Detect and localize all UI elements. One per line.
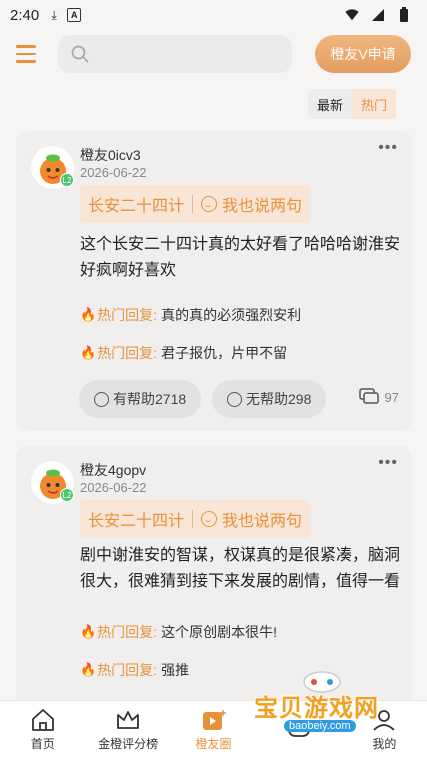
topic-action: 我也说两句	[222, 198, 303, 215]
level-badge: L2	[60, 173, 74, 187]
post-date: 2026-06-22	[80, 480, 147, 495]
tab-label: 首页	[30, 737, 55, 751]
watermark-url: baobeiy.com	[284, 720, 356, 732]
hot-reply[interactable]: 🔥 热门回复: 君子报仇，片甲不留	[80, 343, 287, 363]
post-username[interactable]: 橙友0icv3	[80, 145, 141, 165]
vip-apply-button[interactable]: 橙友V申请	[315, 35, 411, 73]
top-bar: 橙友V申请	[0, 30, 427, 78]
post-card: L2 橙友0icv3 2026-06-22 ••• 长安二十四计 我也说两句 这…	[16, 131, 412, 431]
helpful-button[interactable]: 有帮助2718	[79, 380, 202, 418]
unhelpful-count: 无帮助298	[246, 391, 312, 407]
fire-icon: 🔥	[80, 662, 97, 677]
watermark-logo: 宝贝游戏网 baobeiy.com	[250, 668, 400, 738]
comments-icon	[358, 388, 379, 404]
signal-icon	[371, 8, 385, 22]
hot-reply-label: 热门回复:	[97, 345, 158, 361]
comment-button[interactable]: 97	[358, 388, 399, 406]
font-icon: A	[67, 8, 82, 22]
tab-rating-board[interactable]: 金橙评分榜	[85, 701, 170, 759]
hot-reply[interactable]: 🔥 热门回复: 这个原创剧本很牛!	[80, 622, 277, 642]
tab-label: 金橙评分榜	[98, 737, 159, 751]
status-time: 2:40	[10, 6, 40, 24]
status-bar: 2:40 ⤓ A	[0, 0, 427, 30]
topic-tag[interactable]: 长安二十四计 我也说两句	[80, 185, 311, 223]
hot-reply-label: 热门回复:	[97, 307, 158, 323]
watermark-text: 宝贝游戏网	[254, 695, 379, 722]
more-options-icon[interactable]: •••	[378, 139, 398, 157]
search-icon	[71, 45, 89, 63]
smile-chat-icon	[201, 196, 218, 212]
more-options-icon[interactable]: •••	[378, 454, 398, 472]
hot-reply-text: 这个原创剧本很牛!	[161, 624, 277, 640]
hot-reply[interactable]: 🔥 热门回复: 强推	[80, 660, 189, 680]
tab-label: 橙友圈	[195, 737, 232, 751]
topic-divider	[192, 195, 194, 213]
level-badge: L2	[60, 488, 74, 502]
post-date: 2026-06-22	[80, 165, 147, 180]
menu-icon[interactable]	[16, 42, 40, 66]
video-star-icon	[202, 709, 227, 730]
hot-reply-text: 真的真的必须强烈安利	[161, 307, 302, 323]
comment-count: 97	[384, 389, 399, 405]
smile-chat-icon	[201, 511, 218, 527]
fire-icon: 🔥	[80, 345, 97, 360]
smile-icon	[94, 391, 109, 407]
hot-reply-label: 热门回复:	[97, 624, 158, 640]
sort-hot-tab[interactable]: 热门	[351, 89, 396, 119]
download-icon: ⤓	[51, 7, 57, 22]
helpful-count: 有帮助2718	[113, 391, 187, 407]
topic-tag[interactable]: 长安二十四计 我也说两句	[80, 500, 311, 538]
fire-icon: 🔥	[80, 624, 97, 639]
tab-circle[interactable]: 橙友圈	[171, 701, 256, 759]
post-username[interactable]: 橙友4gopv	[80, 460, 146, 480]
post-content: 这个长安二十四计真的太好看了哈哈哈谢淮安好疯啊好喜欢	[80, 236, 401, 279]
sort-latest-tab[interactable]: 最新	[308, 89, 352, 119]
post-content: 剧中谢淮安的智谋，权谋真的是很紧凑，脑洞很大，很难猜到接下来发展的剧情，值得一看	[80, 547, 401, 590]
hot-reply-text: 君子报仇，片甲不留	[161, 345, 288, 361]
topic-divider	[192, 510, 194, 528]
sort-toggle: 最新 热门	[307, 89, 396, 119]
hot-reply-label: 热门回复:	[97, 662, 158, 678]
topic-title: 长安二十四计	[88, 513, 185, 530]
crown-icon	[117, 711, 140, 729]
frown-icon	[227, 391, 242, 407]
unhelpful-button[interactable]: 无帮助298	[212, 380, 327, 418]
hot-reply-text: 强推	[161, 662, 190, 678]
topic-action: 我也说两句	[222, 513, 303, 530]
tab-home[interactable]: 首页	[0, 701, 85, 759]
post-card: L2 橙友4gopv 2026-06-22 ••• 长安二十四计 我也说两句 剧…	[16, 446, 412, 706]
fire-icon: 🔥	[80, 307, 97, 322]
wifi-icon	[345, 8, 359, 22]
search-input[interactable]	[58, 35, 292, 73]
topic-title: 长安二十四计	[88, 198, 185, 215]
hot-reply[interactable]: 🔥 热门回复: 真的真的必须强烈安利	[80, 305, 301, 325]
battery-icon	[397, 7, 411, 22]
home-icon	[31, 709, 54, 731]
